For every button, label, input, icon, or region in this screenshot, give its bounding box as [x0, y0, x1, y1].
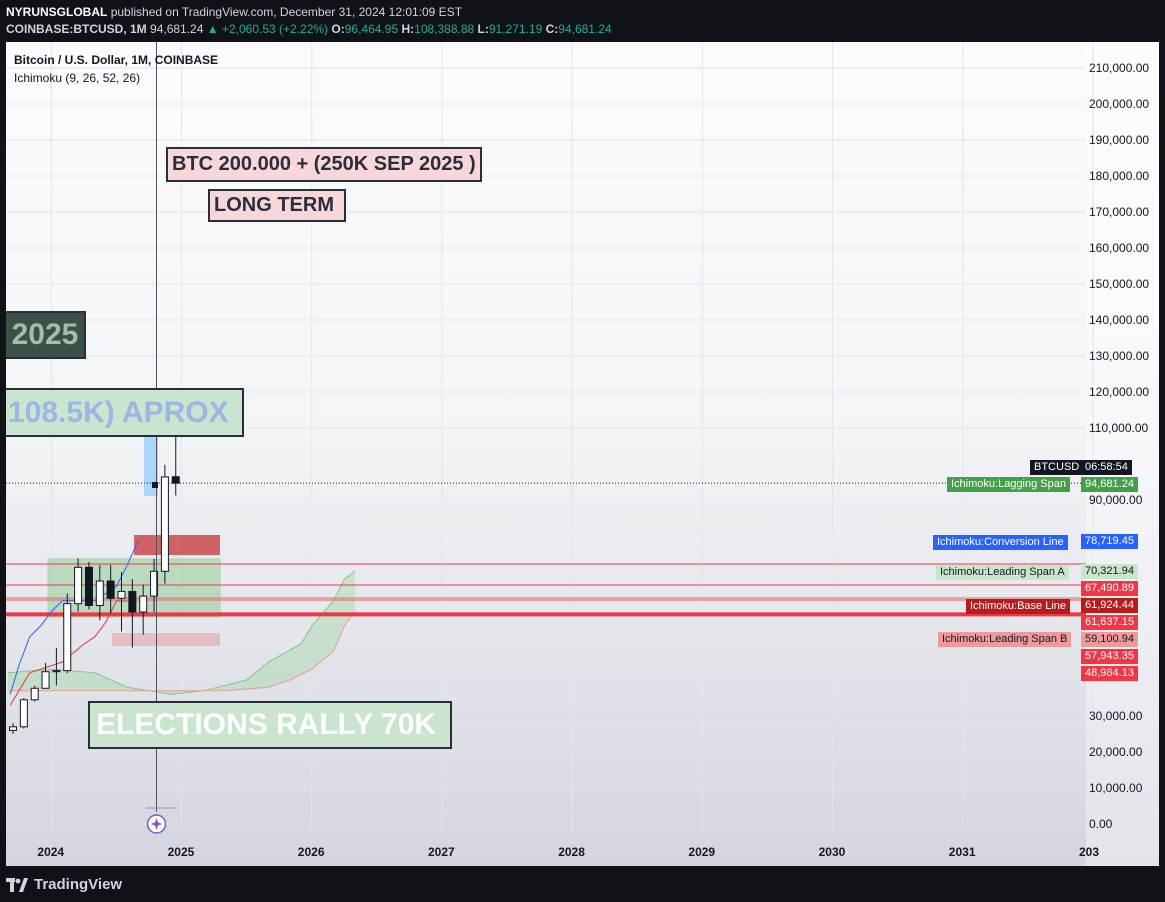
level-tag-2: 61,637.15 [1081, 615, 1138, 630]
chart-pane[interactable]: Bitcoin / U.S. Dollar, 1M, COINBASE Ichi… [6, 42, 1159, 866]
crosshair-marker [152, 482, 158, 488]
tradingview-brand: TradingView [34, 876, 123, 893]
leading-span-b-value: 59,100.94 [1081, 632, 1138, 647]
lagging-span-value: 94,681.24 [1081, 477, 1138, 492]
price-change: ▲ +2,060.53 (+2.22%) [206, 22, 329, 36]
time-tick-label: 203 [1079, 845, 1100, 859]
open-label: O: [331, 22, 345, 36]
price-tick-label: 90,000.00 [1089, 493, 1143, 507]
annotation-elections[interactable]: ELECTIONS RALLY 70K [88, 701, 453, 749]
resistance-box [134, 535, 220, 555]
candle-body [52, 670, 61, 673]
price-tick-label: 170,000.00 [1089, 205, 1150, 219]
time-tick-label: 2028 [558, 845, 585, 859]
price-tick-label: 130,000.00 [1089, 349, 1150, 363]
annotation-approx[interactable]: 108.5K) APROX [6, 388, 244, 437]
candle-body [139, 595, 148, 613]
time-tick-label: 2029 [688, 845, 716, 859]
candle-body [117, 590, 126, 599]
price-tick-label: 210,000.00 [1089, 61, 1150, 75]
price-tick-label: 30,000.00 [1089, 709, 1143, 723]
publish-line: NYRUNSGLOBAL published on TradingView.co… [6, 5, 462, 19]
candle-body [30, 687, 39, 701]
time-tick-label: 2030 [818, 845, 846, 859]
tradingview-logo[interactable]: TradingView [6, 876, 122, 893]
price-tick-label: 110,000.00 [1089, 421, 1149, 435]
time-tick-label: 2026 [297, 845, 325, 859]
candle-body [128, 590, 137, 613]
base-line-label: Ichimoku:Base Line [966, 599, 1070, 614]
candle-body [74, 566, 83, 605]
annotation-year[interactable]: 2025 [6, 311, 86, 359]
symbol-tag: BTCUSD [1030, 460, 1084, 475]
level-tag-1: 67,490.89 [1081, 581, 1138, 596]
candle-body [106, 580, 115, 599]
candle-body [63, 603, 72, 672]
time-tick-label: 2027 [428, 845, 455, 859]
legend-title[interactable]: Bitcoin / U.S. Dollar, 1M, COINBASE [14, 53, 218, 67]
price-tick-label: 180,000.00 [1089, 169, 1150, 183]
candle-body [171, 476, 180, 484]
countdown-tag: 06:58:54 [1081, 460, 1132, 475]
time-tick-label: 2024 [37, 845, 65, 859]
lagging-span-label: Ichimoku:Lagging Span [947, 477, 1070, 492]
conversion-line-label: Ichimoku:Conversion Line [933, 535, 1068, 550]
candle-body [9, 726, 17, 731]
publish-info: published on TradingView.com, December 3… [110, 5, 463, 19]
level-tag-3: 57,943.35 [1081, 649, 1138, 664]
level-tag-4: 48,984.13 [1081, 666, 1138, 681]
price-tick-label: 0.00 [1089, 817, 1113, 831]
candle-body [41, 671, 50, 689]
price-tick-label: 150,000.00 [1089, 277, 1150, 291]
candle-body [160, 476, 169, 572]
price-tick-label: 140,000.00 [1089, 313, 1150, 327]
leading-span-a-label: Ichimoku:Leading Span A [936, 565, 1069, 580]
leading-span-b-label: Ichimoku:Leading Span B [938, 632, 1072, 647]
close-label: C: [545, 22, 559, 36]
support-box [112, 633, 220, 646]
last-price: 94,681.24 [150, 22, 204, 36]
price-tick-label: 200,000.00 [1089, 97, 1150, 111]
base-line-value: 61,924.44 [1081, 598, 1138, 613]
chart-header: NYRUNSGLOBAL published on TradingView.co… [0, 0, 1165, 42]
conversion-line-value: 78,719.45 [1081, 534, 1138, 549]
price-tick-label: 190,000.00 [1089, 133, 1150, 147]
price-tick-label: 160,000.00 [1089, 241, 1150, 255]
candle-body [84, 566, 93, 606]
symbol-line[interactable]: COINBASE:BTCUSD, 1M [6, 22, 147, 36]
low-label: L: [477, 22, 489, 36]
high-label: H: [401, 22, 415, 36]
candle-body [95, 580, 104, 606]
price-tick-label: 10,000.00 [1089, 781, 1143, 795]
legend-indicator[interactable]: Ichimoku (9, 26, 52, 26) [14, 71, 140, 85]
tradingview-icon [6, 877, 28, 892]
leading-span-a-value: 70,321.94 [1081, 564, 1138, 579]
open-value: 96,464.95 [344, 22, 399, 36]
footer-bar [0, 866, 1165, 902]
time-tick-label: 2031 [948, 845, 976, 859]
candle-body [19, 699, 28, 728]
price-tick-label: 20,000.00 [1089, 745, 1143, 759]
low-value: 91,271.19 [488, 22, 543, 36]
high-value: 108,388.88 [414, 22, 475, 36]
annotation-long-term[interactable]: LONG TERM [208, 189, 346, 222]
price-tick-label: 120,000.00 [1089, 385, 1150, 399]
close-value: 94,681.24 [558, 22, 612, 36]
time-tick-label: 2025 [167, 845, 195, 859]
publisher-name[interactable]: NYRUNSGLOBAL [6, 5, 107, 19]
annotation-target[interactable]: BTC 200.000 + (250K SEP 2025 ) [166, 147, 482, 182]
ohlc-line: COINBASE:BTCUSD, 1M 94,681.24 ▲ +2,060.5… [6, 22, 612, 36]
